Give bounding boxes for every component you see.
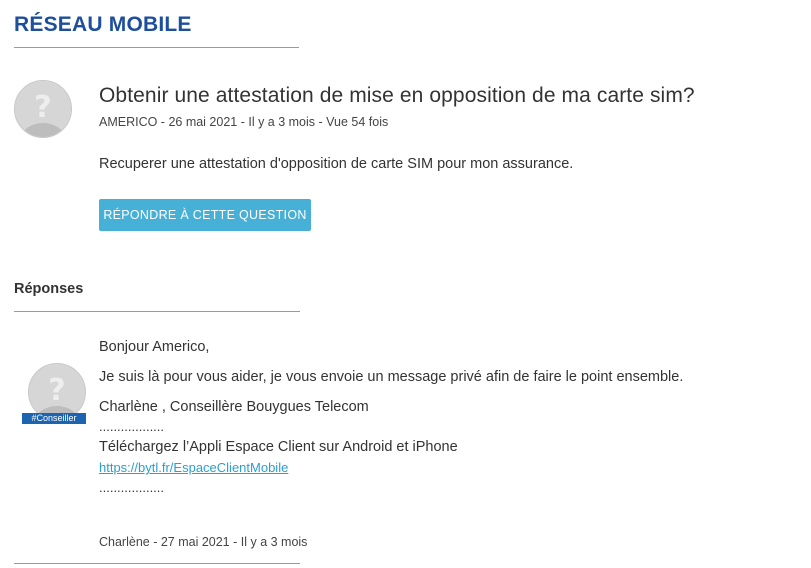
answer-greeting: Bonjour Americo, [99, 339, 210, 355]
answers-divider [14, 311, 300, 312]
default-user-avatar-icon: ? [29, 364, 85, 420]
answer-separator-bottom: .................. [99, 480, 165, 495]
reply-button[interactable]: RÉPONDRE À CETTE QUESTION [99, 199, 311, 231]
section-title: RÉSEAU MOBILE [14, 13, 192, 36]
answer-message: Je suis là pour vous aider, je vous envo… [99, 369, 684, 385]
question-title: Obtenir une attestation de mise en oppos… [99, 84, 695, 107]
question-body: Recuperer une attestation d'opposition d… [99, 156, 574, 172]
section-divider [14, 47, 299, 48]
advisor-badge: #Conseiller [22, 413, 86, 424]
page: RÉSEAU MOBILE ? Obtenir une attestation … [0, 0, 811, 568]
answer-meta: Charlène - 27 mai 2021 - Il y a 3 mois [99, 535, 308, 549]
answer-signature: Charlène , Conseillère Bouygues Telecom [99, 399, 369, 415]
answers-heading: Réponses [14, 281, 84, 297]
answer-separator: .................. [99, 419, 165, 434]
question-avatar[interactable]: ? [14, 80, 72, 138]
answer-divider [14, 563, 300, 564]
default-user-avatar-icon: ? [15, 81, 71, 137]
question-meta: AMERICO - 26 mai 2021 - Il y a 3 mois - … [99, 115, 389, 129]
answer-app-promo: Téléchargez l’Appli Espace Client sur An… [99, 439, 458, 455]
espace-client-link[interactable]: https://bytl.fr/EspaceClientMobile [99, 460, 288, 475]
svg-text:?: ? [48, 373, 65, 408]
svg-text:?: ? [34, 90, 51, 125]
